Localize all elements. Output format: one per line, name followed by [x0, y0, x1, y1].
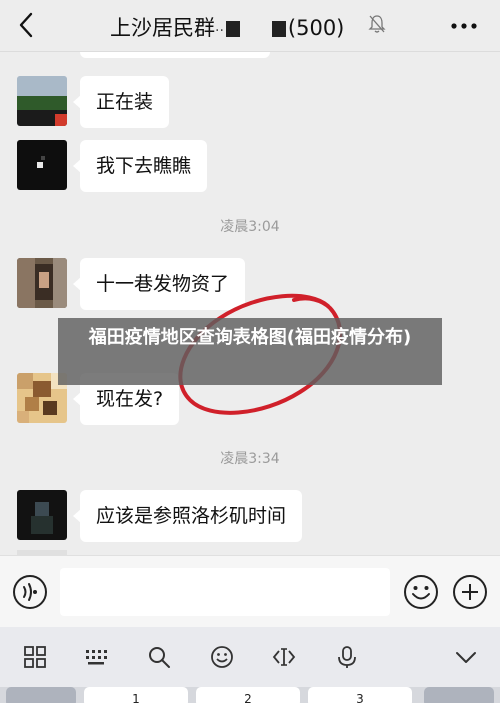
emoji-icon[interactable]	[403, 574, 439, 610]
timestamp: 凌晨3:04	[220, 219, 280, 235]
chat-title: 上沙居民群·· (500)	[110, 16, 345, 40]
chat-message-list[interactable]: 正在装 我下去瞧瞧 凌晨3:04 十一巷发物资了 现在发? 凌晨3:34 应该是…	[0, 52, 500, 555]
message-row: 正在装	[0, 76, 500, 136]
key-delete[interactable]	[424, 687, 494, 703]
caption-overlay: 福田疫情地区查询表格图(福田疫情分布)	[58, 318, 442, 385]
bell-slash-icon	[368, 15, 386, 33]
keyboard-toolbar	[0, 627, 500, 687]
redacted-mark	[225, 21, 240, 37]
key-2[interactable]: 2	[196, 687, 300, 703]
apps-grid-icon[interactable]	[22, 644, 48, 670]
key-3[interactable]: 3	[308, 687, 412, 703]
message-bubble[interactable]: 正在装	[72, 76, 170, 128]
chevron-left-icon[interactable]	[14, 10, 38, 40]
chat-member-count: (500)	[287, 16, 345, 40]
message-row: 我下去瞧瞧	[0, 140, 500, 200]
chevron-down-icon[interactable]	[453, 644, 479, 670]
avatar-icon[interactable]	[17, 258, 67, 308]
avatar-icon[interactable]	[17, 490, 67, 540]
chat-header: 上沙居民群·· (500)	[0, 0, 500, 52]
message-input[interactable]	[60, 568, 390, 616]
chat-title-name: 上沙居民群	[110, 16, 215, 40]
avatar-icon[interactable]	[17, 140, 67, 190]
timestamp: 凌晨3:34	[220, 451, 280, 467]
voice-icon[interactable]	[12, 574, 48, 610]
message-row: 应该是参照洛杉矶时间	[0, 490, 500, 550]
key-1[interactable]: 1	[84, 687, 188, 703]
cursor-move-icon[interactable]	[271, 644, 297, 670]
plus-icon[interactable]	[452, 574, 488, 610]
microphone-icon[interactable]	[334, 644, 360, 670]
keyboard-icon[interactable]	[83, 644, 109, 670]
search-icon[interactable]	[146, 644, 172, 670]
message-bubble[interactable]: 我下去瞧瞧	[72, 140, 208, 192]
keyboard-keys: 1 2 3	[0, 687, 500, 703]
avatar-icon[interactable]	[17, 76, 67, 126]
emoji-icon[interactable]	[209, 644, 235, 670]
redacted-mark	[271, 21, 286, 37]
key-function[interactable]	[6, 687, 76, 703]
partial-message-bubble	[80, 52, 270, 58]
more-dots-icon[interactable]	[450, 12, 478, 40]
message-bubble[interactable]: 应该是参照洛杉矶时间	[72, 490, 303, 542]
chat-input-bar	[0, 555, 500, 627]
